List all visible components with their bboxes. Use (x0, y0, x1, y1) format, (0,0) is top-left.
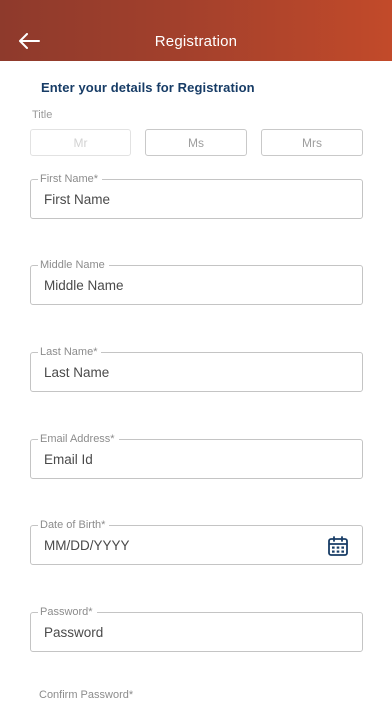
app-header: Registration (0, 0, 392, 61)
last-name-input[interactable] (31, 353, 362, 391)
middle-name-field: Middle Name (30, 258, 363, 305)
dob-input[interactable] (31, 526, 362, 564)
email-field: Email Address* (30, 432, 363, 479)
first-name-field: First Name* (30, 172, 363, 219)
title-label: Title (32, 109, 53, 121)
title-option-ms[interactable]: Ms (145, 129, 247, 156)
title-option-mr[interactable]: Mr (30, 129, 131, 156)
calendar-icon[interactable] (327, 535, 349, 557)
middle-name-input[interactable] (31, 266, 362, 304)
form-heading: Enter your details for Registration (41, 80, 255, 95)
password-field: Password* (30, 605, 363, 652)
confirm-password-label: Confirm Password* (39, 689, 134, 701)
password-input[interactable] (31, 613, 362, 651)
page-title: Registration (154, 33, 238, 50)
title-option-mrs[interactable]: Mrs (261, 129, 363, 156)
first-name-input[interactable] (31, 180, 362, 218)
last-name-field: Last Name* (30, 345, 363, 392)
email-input[interactable] (31, 440, 362, 478)
dob-field: Date of Birth* (30, 518, 363, 565)
